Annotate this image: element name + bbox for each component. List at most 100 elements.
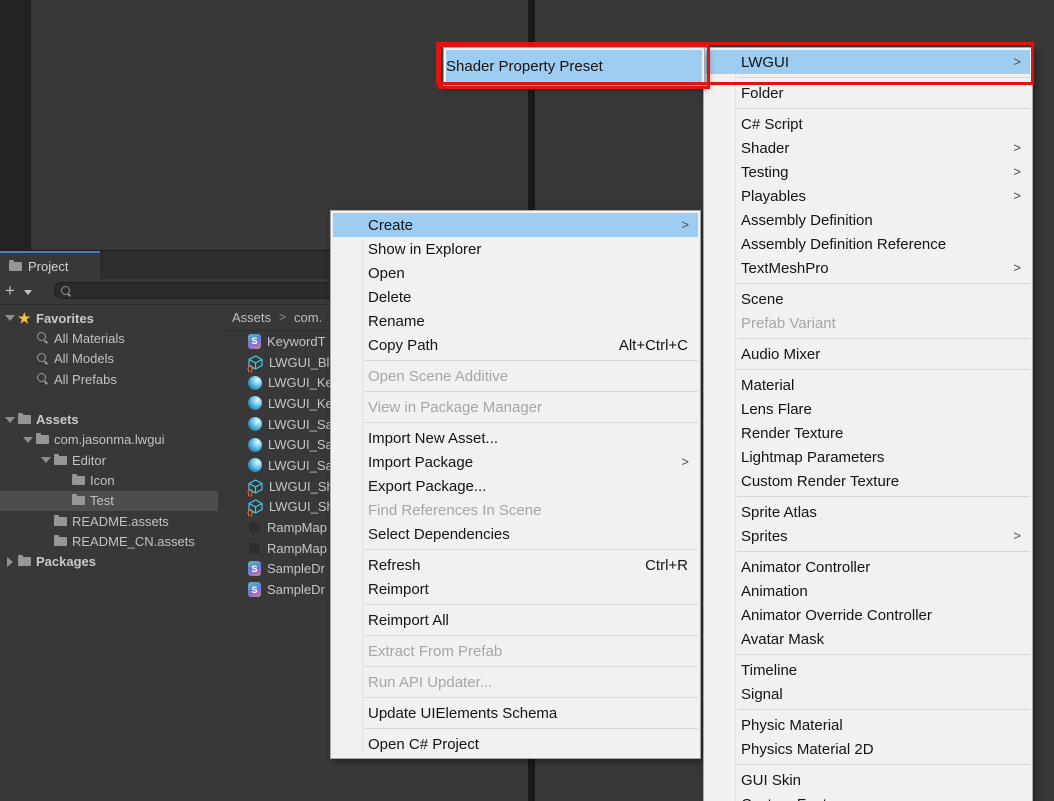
menu-item-folder[interactable]: Folder <box>706 81 1030 105</box>
tree-item-label: README_CN.assets <box>72 534 195 549</box>
menu-item-scene[interactable]: Scene <box>706 287 1030 311</box>
menu-item-animation[interactable]: Animation <box>706 579 1030 603</box>
menu-item-assembly-definition-reference[interactable]: Assembly Definition Reference <box>706 232 1030 256</box>
tree-item-icon-cell <box>36 435 54 444</box>
sidebar-item-readme-assets[interactable]: README.assets <box>0 511 218 531</box>
submenu-chevron-icon: > <box>681 217 689 232</box>
add-asset-button[interactable]: + <box>5 280 15 301</box>
menu-item-avatar-mask[interactable]: Avatar Mask <box>706 627 1030 651</box>
menu-item-textmeshpro[interactable]: TextMeshPro> <box>706 256 1030 280</box>
menu-item-open[interactable]: Open <box>333 261 698 285</box>
tree-item-icon-cell <box>54 456 72 465</box>
tree-item-icon-cell <box>54 517 72 526</box>
sidebar-item-com-jasonma-lwgui[interactable]: com.jasonma.lwgui <box>0 430 218 450</box>
menu-item-playables[interactable]: Playables> <box>706 184 1030 208</box>
menu-item-update-uielements-schema[interactable]: Update UIElements Schema <box>333 701 698 725</box>
sidebar-item-packages[interactable]: Packages <box>0 552 218 572</box>
menu-item-create[interactable]: Create> <box>333 213 698 237</box>
menu-item-physic-material[interactable]: Physic Material <box>706 713 1030 737</box>
menu-item-c-script[interactable]: C# Script <box>706 112 1030 136</box>
menu-item-extract-from-prefab: Extract From Prefab <box>333 639 698 663</box>
expand-caret-icon[interactable] <box>20 437 36 443</box>
chevron-down-icon[interactable] <box>24 290 32 295</box>
menu-item-reimport-all[interactable]: Reimport All <box>333 608 698 632</box>
sidebar-item-test[interactable]: Test <box>0 491 218 511</box>
menu-item-export-package[interactable]: Export Package... <box>333 474 698 498</box>
menu-item-shader-property-preset[interactable]: Shader Property Preset <box>446 50 702 83</box>
menu-item-signal[interactable]: Signal <box>706 682 1030 706</box>
menu-item-sprites[interactable]: Sprites> <box>706 524 1030 548</box>
sidebar-item-readme-cn-assets[interactable]: README_CN.assets <box>0 531 218 551</box>
breadcrumb-chevron-icon: > <box>279 310 286 324</box>
sidebar-item-icon[interactable]: Icon <box>0 470 218 490</box>
asset-item-label: LWGUI_Sa <box>268 417 333 432</box>
menu-item-select-dependencies[interactable]: Select Dependencies <box>333 522 698 546</box>
menu-separator <box>737 551 1030 552</box>
menu-separator <box>737 283 1030 284</box>
menu-item-label: Animation <box>741 583 1020 600</box>
menu-item-material[interactable]: Material <box>706 373 1030 397</box>
menu-item-delete[interactable]: Delete <box>333 285 698 309</box>
breadcrumb-segment-com[interactable]: com. <box>294 310 322 325</box>
menu-item-audio-mixer[interactable]: Audio Mixer <box>706 342 1030 366</box>
tree-item-icon-cell: ★ <box>18 311 36 325</box>
sidebar-item-all-models[interactable]: All Models <box>0 349 218 369</box>
menu-item-label: C# Script <box>741 116 1020 133</box>
menu-item-testing[interactable]: Testing> <box>706 160 1030 184</box>
menu-item-view-in-package-manager: View in Package Manager <box>333 395 698 419</box>
sidebar-item-assets[interactable]: Assets <box>0 409 218 429</box>
caret-triangle <box>5 417 15 423</box>
expand-caret-icon[interactable] <box>38 457 54 463</box>
submenu-chevron-icon: > <box>681 454 689 469</box>
sidebar-item-favorites[interactable]: ★Favorites <box>0 308 218 328</box>
left-toolbar-strip <box>0 0 31 252</box>
menu-item-open-c-project[interactable]: Open C# Project <box>333 732 698 756</box>
expand-caret-icon[interactable] <box>2 417 18 423</box>
folder-icon <box>36 435 49 444</box>
menu-item-show-in-explorer[interactable]: Show in Explorer <box>333 237 698 261</box>
menu-item-animator-controller[interactable]: Animator Controller <box>706 555 1030 579</box>
folder-icon <box>54 517 67 526</box>
menu-item-reimport[interactable]: Reimport <box>333 577 698 601</box>
menu-item-custom-render-texture[interactable]: Custom Render Texture <box>706 469 1030 493</box>
tree-item-label: Editor <box>72 453 106 468</box>
menu-item-custom-font[interactable]: Custom Font <box>706 792 1030 801</box>
menu-item-copy-path[interactable]: Copy PathAlt+Ctrl+C <box>333 333 698 357</box>
menu-item-assembly-definition[interactable]: Assembly Definition <box>706 208 1030 232</box>
sidebar-item-all-materials[interactable]: All Materials <box>0 328 218 348</box>
menu-item-prefab-variant: Prefab Variant <box>706 311 1030 335</box>
menu-item-lightmap-parameters[interactable]: Lightmap Parameters <box>706 445 1030 469</box>
expand-caret-icon[interactable] <box>2 315 18 321</box>
menu-item-lwgui[interactable]: LWGUI> <box>706 50 1030 74</box>
caret-triangle <box>7 557 13 567</box>
menu-item-timeline[interactable]: Timeline <box>706 658 1030 682</box>
breadcrumb-segment-assets[interactable]: Assets <box>232 310 271 325</box>
menu-item-import-package[interactable]: Import Package> <box>333 450 698 474</box>
menu-item-rename[interactable]: Rename <box>333 309 698 333</box>
asset-item-label: KeywordT <box>267 334 326 349</box>
menu-item-import-new-asset[interactable]: Import New Asset... <box>333 426 698 450</box>
menu-separator <box>364 666 698 667</box>
menu-item-label: Scene <box>741 291 1020 308</box>
menu-item-refresh[interactable]: RefreshCtrl+R <box>333 553 698 577</box>
menu-separator <box>364 697 698 698</box>
menu-item-label: Open <box>368 265 688 282</box>
menu-item-label: Playables <box>741 188 1020 205</box>
menu-item-label: Testing <box>741 164 1020 181</box>
menu-separator <box>364 422 698 423</box>
sidebar-item-editor[interactable]: Editor <box>0 450 218 470</box>
asset-item-label: LWGUI_Bl <box>269 355 329 370</box>
sidebar-item-all-prefabs[interactable]: All Prefabs <box>0 369 218 389</box>
menu-item-gui-skin[interactable]: GUI Skin <box>706 768 1030 792</box>
menu-item-lens-flare[interactable]: Lens Flare <box>706 397 1030 421</box>
asset-item-label: LWGUI_Sa <box>268 437 333 452</box>
menu-item-sprite-atlas[interactable]: Sprite Atlas <box>706 500 1030 524</box>
menu-item-animator-override-controller[interactable]: Animator Override Controller <box>706 603 1030 627</box>
tree-item-label: Test <box>90 493 114 508</box>
menu-item-render-texture[interactable]: Render Texture <box>706 421 1030 445</box>
menu-item-label: Copy Path <box>368 337 591 354</box>
tab-project[interactable]: Project <box>0 251 100 279</box>
menu-item-physics-material-2d[interactable]: Physics Material 2D <box>706 737 1030 761</box>
menu-item-shader[interactable]: Shader> <box>706 136 1030 160</box>
collapsed-caret-icon[interactable] <box>2 557 18 567</box>
